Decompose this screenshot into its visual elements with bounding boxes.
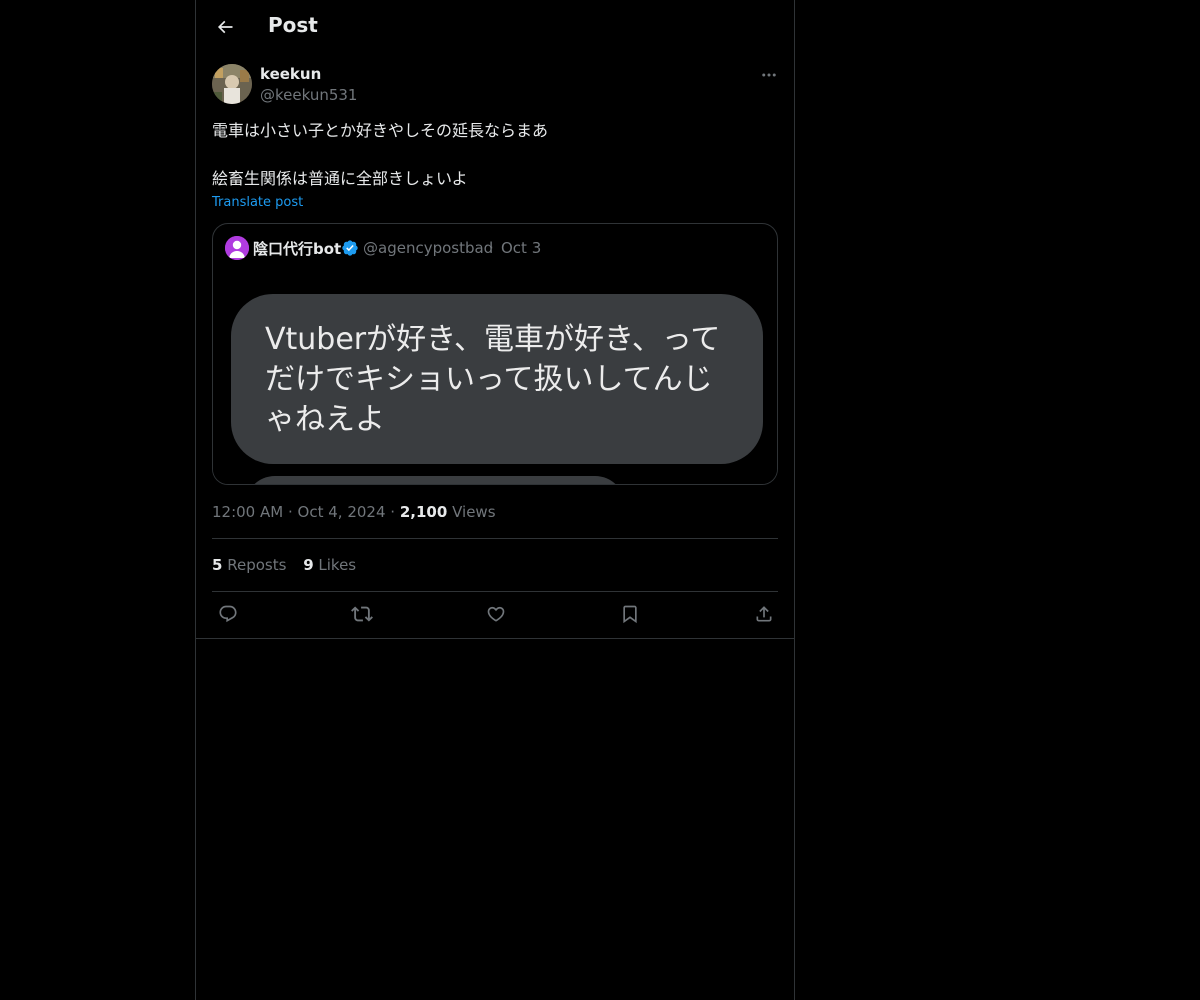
back-button[interactable]	[208, 10, 242, 44]
post-text: 電車は小さい子とか好きやしその延長ならまあ 絵畜生関係は普通に全部きしょいよ	[212, 119, 778, 191]
post-text-line: 絵畜生関係は普通に全部きしょいよ	[212, 169, 468, 188]
author-handle[interactable]: @keekun531	[260, 86, 357, 104]
separator-dot: ·	[489, 239, 494, 257]
reply-button[interactable]	[217, 603, 239, 625]
image-text: Vtuberが好き、電車が好き、ってだけでキショいって扱いしてんじゃねえよ	[265, 322, 721, 437]
post-actions	[196, 592, 794, 639]
bookmark-icon	[620, 604, 640, 624]
post-time[interactable]: 12:00 AM	[212, 503, 283, 521]
chat-bubble	[245, 476, 625, 484]
likes-count: 9	[303, 556, 314, 574]
page-title: Post	[268, 13, 318, 37]
translate-post-link[interactable]: Translate post	[212, 195, 303, 210]
quote-avatar	[225, 236, 249, 260]
likes-stat[interactable]: 9 Likes	[303, 556, 356, 574]
separator-dot: ·	[287, 503, 293, 521]
more-horizontal-icon	[760, 66, 778, 84]
heart-icon	[486, 604, 506, 624]
verified-badge-icon	[341, 239, 359, 257]
quote-author-name: 陰口代行bot	[253, 240, 342, 258]
author-name[interactable]: keekun	[260, 65, 321, 83]
post-meta: 12:00 AM · Oct 4, 2024 · 2,100 Views	[212, 503, 496, 521]
reposts-stat[interactable]: 5 Reposts	[212, 556, 286, 574]
share-button[interactable]	[753, 603, 775, 625]
like-button[interactable]	[485, 603, 507, 625]
quote-author-handle: @agencypostbad	[363, 239, 494, 257]
chat-bubble: Vtuberが好き、電車が好き、ってだけでキショいって扱いしてんじゃねえよ	[231, 294, 763, 464]
likes-label: Likes	[318, 556, 357, 574]
reposts-count: 5	[212, 556, 223, 574]
post-text-line: 電車は小さい子とか好きやしその延長ならまあ	[212, 121, 549, 140]
views-count: 2,100	[399, 503, 448, 521]
arrow-left-icon	[215, 17, 235, 37]
repost-button[interactable]	[351, 603, 373, 625]
quote-date: Oct 3	[501, 239, 542, 257]
bookmark-button[interactable]	[619, 603, 641, 625]
reposts-label: Reposts	[227, 556, 287, 574]
repost-icon	[351, 603, 373, 625]
avatar[interactable]	[212, 64, 252, 104]
quoted-post[interactable]: 陰口代行bot @agencypostbad · Oct 3 Vtuberが好き…	[212, 223, 778, 485]
post-date[interactable]: Oct 4, 2024	[298, 503, 386, 521]
views-label: Views	[452, 503, 496, 521]
post-stats: 5 Reposts 9 Likes	[212, 556, 368, 574]
quote-media-image[interactable]: Vtuberが好き、電車が好き、ってだけでキショいって扱いしてんじゃねえよ	[213, 274, 777, 484]
post-detail-column: Post keekun @keekun531 電車は小さい子とか好きやしその延長…	[195, 0, 795, 1000]
reply-icon	[218, 604, 238, 624]
page-header: Post	[196, 0, 794, 53]
share-icon	[754, 604, 774, 624]
separator-dot: ·	[390, 503, 396, 521]
divider	[212, 538, 778, 539]
more-options-button[interactable]	[758, 64, 780, 86]
